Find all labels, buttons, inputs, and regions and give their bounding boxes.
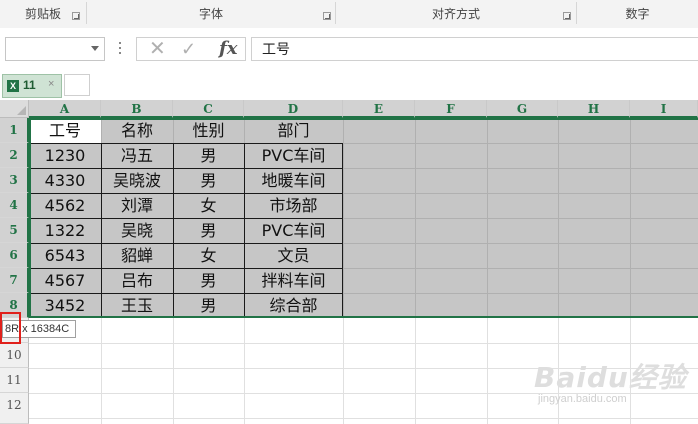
close-icon[interactable]: × [48,78,54,90]
workbook-tab[interactable]: X 11 × [2,74,62,98]
ribbon-group-clipboard-label: 剪贴板 [24,7,61,21]
insert-function-icon[interactable]: fx [219,37,237,61]
column-header-a[interactable]: A [29,100,101,118]
workbook-tab-strip: X 11 × [0,72,698,100]
row-header-7[interactable]: 7 [0,268,29,293]
gridline [29,343,698,344]
name-box[interactable] [5,37,105,61]
workbook-tab-name: 11 [23,78,36,92]
column-header-c[interactable]: C [173,100,244,118]
selection-border [29,118,698,318]
close-icon[interactable]: ✕ [149,38,166,60]
column-header-e[interactable]: E [343,100,415,118]
formula-bar-row: ✕ ✓ fx 工号 [0,28,698,72]
highlight-annotation [0,312,21,344]
ribbon-group-alignment-label: 对齐方式 [431,7,480,21]
check-icon[interactable]: ✓ [181,38,196,60]
row-header-3[interactable]: 3 [0,168,29,193]
chevron-down-icon[interactable] [91,46,99,51]
alignment-launcher-icon[interactable] [563,12,571,20]
column-header-g[interactable]: G [487,100,558,118]
ribbon-group-font: 字体 [87,0,335,28]
formula-input[interactable]: 工号 [251,37,698,61]
row-header-11[interactable]: 11 [0,368,29,393]
column-header-b[interactable]: B [101,100,173,118]
ribbon-group-alignment: 对齐方式 [336,0,576,28]
column-header-f[interactable]: F [415,100,487,118]
row-header-4[interactable]: 4 [0,193,29,218]
new-tab-button[interactable] [64,74,90,96]
row-header-10[interactable]: 10 [0,343,29,368]
more-options-icon[interactable] [119,42,121,56]
watermark: Baidu经验 jingyan.baidu.com [534,356,694,416]
excel-icon: X [7,80,19,92]
select-all-button[interactable] [0,100,29,118]
font-launcher-icon[interactable] [323,12,331,20]
row-header-2[interactable]: 2 [0,143,29,168]
ribbon-group-number: 数字 [577,0,698,28]
ribbon-group-number-label: 数字 [625,7,650,21]
column-header-h[interactable]: H [558,100,630,118]
row-header-5[interactable]: 5 [0,218,29,243]
row-header-1[interactable]: 1 [0,118,29,143]
ribbon-group-labels: 剪贴板 字体 对齐方式 数字 [0,0,698,29]
row-header-6[interactable]: 6 [0,243,29,268]
column-header-d[interactable]: D [244,100,343,118]
clipboard-launcher-icon[interactable] [72,12,80,20]
row-header-12[interactable]: 12 [0,393,29,424]
formula-buttons: ✕ ✓ fx [136,37,246,61]
watermark-logo: Baidu经验 [534,361,687,394]
ribbon-group-font-label: 字体 [198,7,223,21]
gridline [29,418,698,419]
column-header-i[interactable]: I [630,100,698,118]
watermark-url: jingyan.baidu.com [538,393,627,405]
